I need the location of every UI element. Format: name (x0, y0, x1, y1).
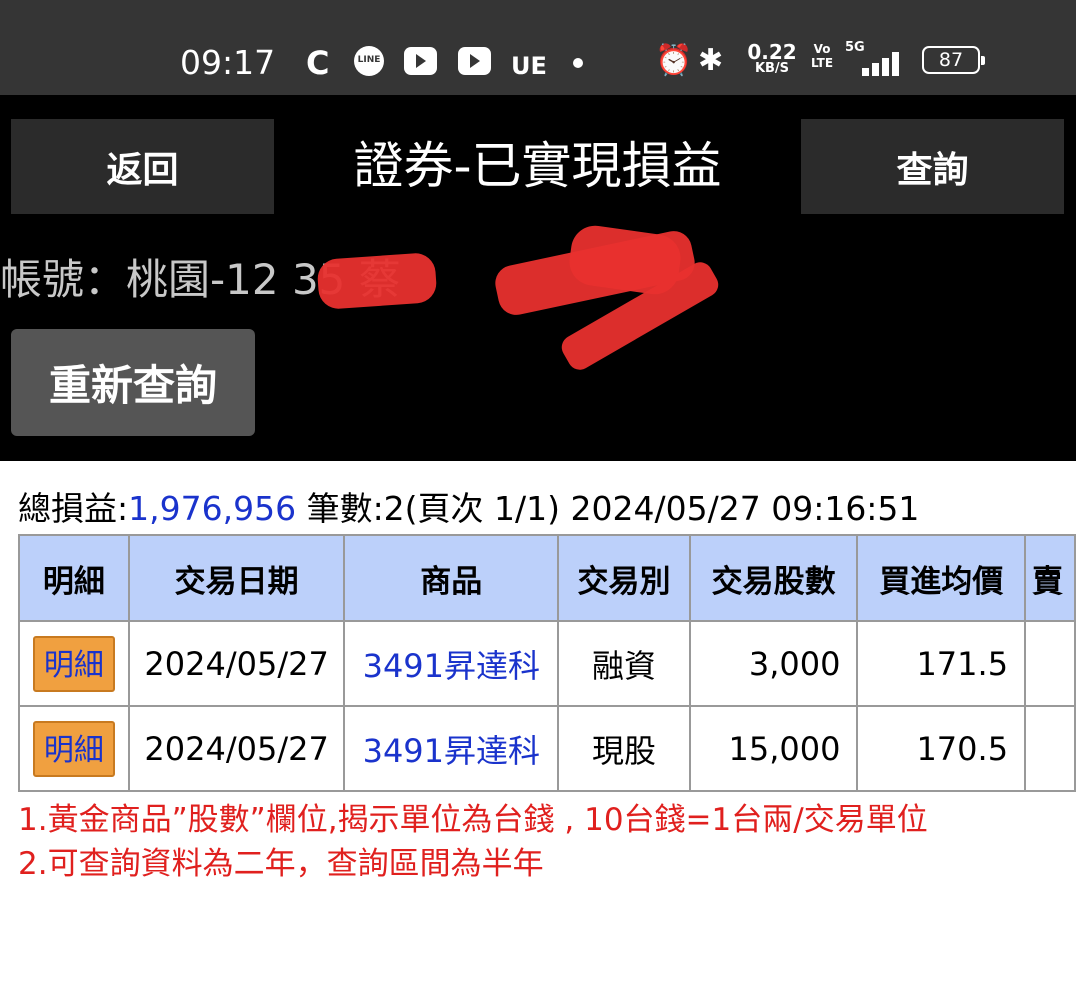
col-header-type: 交易別 (557, 534, 691, 622)
col-header-product: 商品 (343, 534, 560, 622)
col-header-shares: 交易股數 (688, 534, 859, 622)
network-speed: 0.22 KB/S (746, 42, 798, 76)
back-button[interactable]: 返回 (11, 119, 274, 214)
network-speed-unit: KB/S (754, 61, 790, 76)
table-row: 明細 2024/05/27 3491昇達科 現股 15,000 170.5 (18, 705, 1076, 792)
cell-type: 融資 (557, 620, 691, 707)
col-header-avg-price: 買進均價 (856, 534, 1027, 622)
notes: 1.黃金商品”股數”欄位,揭示單位為台錢 , 10台錢=1台兩/交易單位 2.可… (18, 798, 928, 886)
page-title: 證券-已實現損益 (353, 137, 722, 195)
product-link[interactable]: 3491昇達科 (343, 705, 560, 792)
battery-icon: 87 (922, 46, 985, 74)
detail-button[interactable]: 明細 (32, 635, 115, 692)
status-bar: 09:17 C LINE UE ⏰ ✱ 0.22 KB/S Vo LTE 5G … (0, 0, 1076, 95)
cell-shares: 15,000 (688, 705, 859, 792)
note-line-2: 2.可查詢資料為二年，查詢區間為半年 (18, 846, 544, 882)
alarm-icon: ⏰ (655, 43, 693, 78)
cell-sell (1024, 705, 1076, 792)
line-app-label: LINE (357, 55, 381, 65)
table-header-row: 明細 交易日期 商品 交易別 交易股數 買進均價 賣 (18, 534, 1076, 622)
cell-date: 2024/05/27 (127, 620, 346, 707)
volte-icon: Vo LTE (810, 42, 834, 70)
volte-top: Vo (813, 42, 831, 56)
product-link[interactable]: 3491昇達科 (343, 620, 560, 707)
summary-line: 總損益:1,976,956 筆數:2(頁次 1/1) 2024/05/27 09… (18, 486, 919, 532)
volte-bottom: LTE (810, 56, 834, 70)
network-speed-value: 0.22 (747, 40, 797, 64)
detail-button[interactable]: 明細 (32, 720, 115, 777)
bluetooth-icon: ✱ (698, 43, 724, 78)
signal-icon (862, 52, 908, 76)
col-header-detail: 明細 (18, 534, 130, 622)
realized-pnl-table: 明細 交易日期 商品 交易別 交易股數 買進均價 賣 明細 2024/05/27… (18, 534, 1076, 792)
ue-app-icon: UE (511, 52, 547, 80)
line-app-icon: LINE (354, 46, 384, 76)
col-header-sell: 賣 (1024, 534, 1076, 622)
youtube-icon (404, 47, 437, 75)
status-time: 09:17 (180, 43, 276, 82)
carrier-icon: C (306, 44, 330, 82)
battery-level: 87 (938, 49, 964, 71)
total-pnl-label: 總損益: (18, 489, 129, 528)
note-line-1: 1.黃金商品”股數”欄位,揭示單位為台錢 , 10台錢=1台兩/交易單位 (18, 802, 928, 838)
requery-button[interactable]: 重新查詢 (11, 329, 255, 436)
query-button[interactable]: 查詢 (801, 119, 1064, 214)
youtube-icon-2 (458, 47, 491, 75)
summary-meta: 筆數:2(頁次 1/1) 2024/05/27 09:16:51 (296, 489, 920, 528)
cell-shares: 3,000 (688, 620, 859, 707)
more-notifications-dot-icon (573, 58, 583, 68)
cell-sell (1024, 620, 1076, 707)
cell-date: 2024/05/27 (127, 705, 346, 792)
cell-avg-price: 170.5 (856, 705, 1027, 792)
total-pnl-value: 1,976,956 (128, 489, 297, 528)
cell-type: 現股 (557, 705, 691, 792)
col-header-date: 交易日期 (127, 534, 346, 622)
table-row: 明細 2024/05/27 3491昇達科 融資 3,000 171.5 (18, 620, 1076, 707)
redaction-mark (316, 251, 438, 311)
cell-avg-price: 171.5 (856, 620, 1027, 707)
